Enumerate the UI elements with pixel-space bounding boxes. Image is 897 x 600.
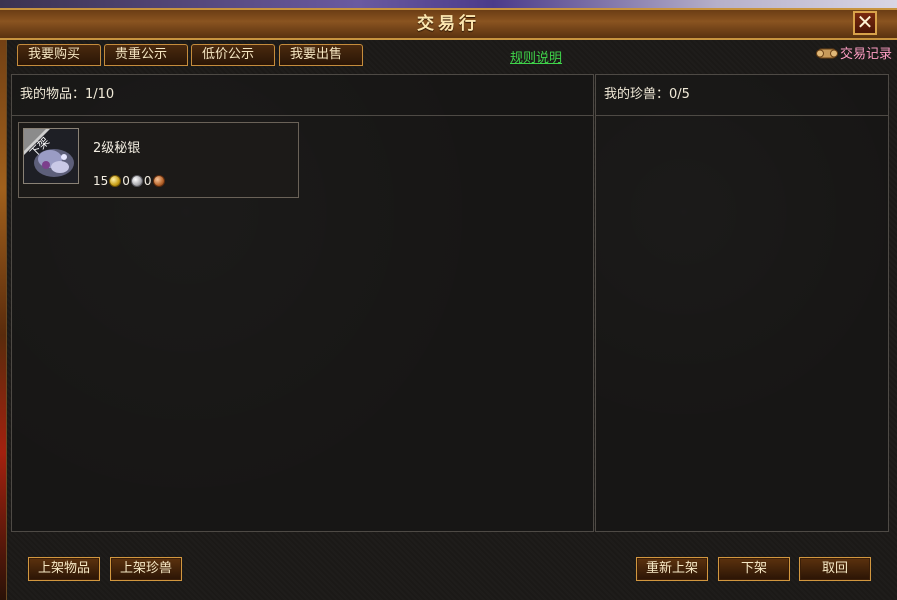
window-title: 交易行 [417, 14, 480, 34]
scroll-icon [815, 48, 838, 59]
tab-sell[interactable]: 我要出售 [279, 44, 363, 66]
tab-lowprice-notice[interactable]: 低价公示 [191, 44, 275, 66]
list-item-button[interactable]: 上架物品 [28, 557, 100, 581]
tab-label: 我要购买 [28, 47, 81, 62]
my-items-header: 我的物品：1/10 [12, 75, 593, 116]
tab-label: 低价公示 [202, 47, 255, 62]
trade-window: 我要购买 贵重公示 低价公示 我要出售 规则说明 交易记录 我的物品：1/10 [6, 40, 897, 600]
silver-coin-icon [130, 175, 143, 187]
gold-coin-icon [109, 175, 122, 187]
my-pets-panel: 我的珍兽：0/5 [595, 74, 889, 532]
trade-log-button[interactable]: 交易记录 [815, 44, 892, 66]
delist-button[interactable]: 下架 [718, 557, 790, 581]
price-copper: 0 [143, 174, 152, 188]
relist-button[interactable]: 重新上架 [636, 557, 708, 581]
price-gold: 15 [93, 174, 109, 188]
my-pets-header: 我的珍兽：0/5 [596, 75, 888, 116]
item-slot[interactable]: 下架 2级秘银 15 0 0 [18, 122, 299, 198]
tab-label: 我要出售 [290, 47, 343, 62]
item-name: 2级秘银 [93, 141, 141, 156]
trade-log-label: 交易记录 [839, 47, 892, 62]
price-silver: 0 [122, 174, 130, 188]
copper-coin-icon [152, 175, 165, 187]
tab-valuable-notice[interactable]: 贵重公示 [104, 44, 188, 66]
my-items-panel: 我的物品：1/10 下架 2级秘银 15 0 0 [11, 74, 594, 532]
close-button[interactable]: ✕ [853, 11, 877, 35]
item-price: 15 0 0 [93, 174, 166, 188]
title-bar: 交易行 ✕ [0, 8, 897, 40]
mithril-item-icon: 下架 [23, 128, 79, 184]
close-icon: ✕ [856, 10, 874, 34]
retrieve-button[interactable]: 取回 [799, 557, 871, 581]
tab-label: 贵重公示 [115, 47, 168, 62]
rules-link[interactable]: 规则说明 [510, 47, 562, 66]
tab-buy[interactable]: 我要购买 [17, 44, 101, 66]
list-pet-button[interactable]: 上架珍兽 [110, 557, 182, 581]
